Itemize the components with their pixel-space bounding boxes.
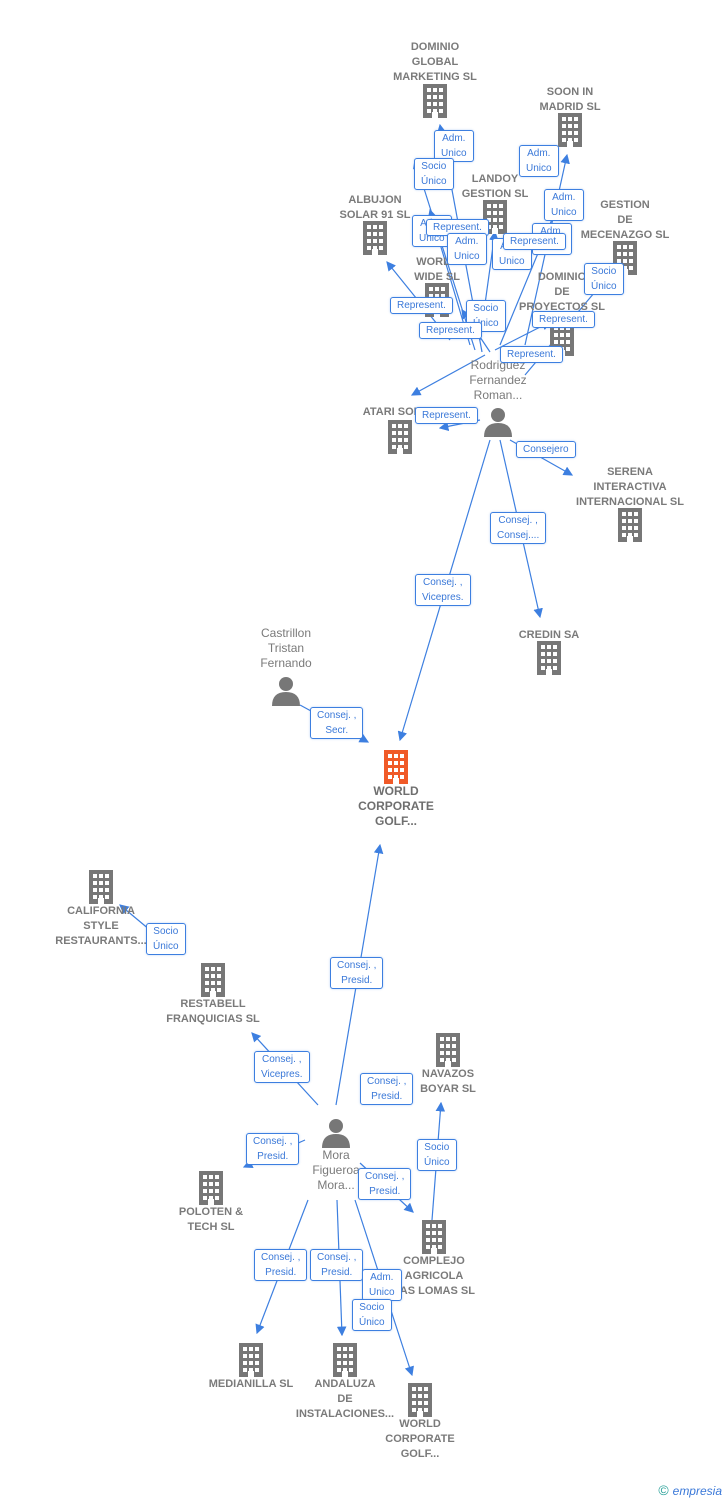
node-label: POLOTEN & TECH SL [178, 1206, 244, 1233]
building-icon [560, 508, 700, 542]
edge-label[interactable]: Adm. Unico [447, 233, 487, 265]
building-icon [275, 1343, 415, 1377]
node-company[interactable]: POLOTEN & TECH SL [141, 1171, 281, 1235]
edge-label[interactable]: Consej. , Presid. [310, 1249, 364, 1281]
building-icon [143, 963, 283, 997]
edge-label[interactable]: Represent. [532, 311, 595, 328]
edge-label[interactable]: Socio Único [352, 1299, 392, 1331]
edge-label[interactable]: Socio Único [584, 263, 624, 295]
node-company[interactable]: SERENA INTERACTIVA INTERNACIONAL SL [560, 465, 700, 542]
edge-label[interactable]: Consejero [516, 441, 576, 458]
building-icon [350, 1383, 490, 1417]
node-label: Castrillon Tristan Fernando [260, 626, 312, 670]
network-diagram: DOMINIO GLOBAL MARKETING SL SOON IN MADRI… [0, 0, 728, 1500]
node-label: SERENA INTERACTIVA INTERNACIONAL SL [576, 466, 684, 508]
edge-label[interactable]: Consej. , Secr. [310, 707, 364, 739]
node-person[interactable]: Castrillon Tristan Fernando [216, 626, 356, 706]
edge-label[interactable]: Consej. , Presid. [360, 1073, 414, 1105]
node-person[interactable]: Rodriguez Fernandez Roman... [428, 358, 568, 437]
edge-label[interactable]: Consej. , Vicepres. [254, 1051, 310, 1083]
edge-label[interactable]: Consej. , Presid. [358, 1168, 412, 1200]
edge-label[interactable]: Socio Único [146, 923, 186, 955]
building-icon [365, 84, 505, 118]
node-label: SOON IN MADRID SL [539, 86, 601, 113]
edge-label[interactable]: Adm. Unico [519, 145, 559, 177]
node-label: Rodriguez Fernandez Roman... [469, 358, 527, 402]
edge-label[interactable]: Adm. Unico [362, 1269, 402, 1301]
edge-label[interactable]: Socio Único [417, 1139, 457, 1171]
building-icon [326, 750, 466, 784]
node-company[interactable]: CREDIN SA [479, 628, 619, 675]
edge-label[interactable]: Adm. Unico [544, 189, 584, 221]
edge-label[interactable]: Represent. [500, 346, 563, 363]
brand-name: empresia [672, 1484, 722, 1498]
edge-label[interactable]: Consej. , Presid. [246, 1133, 300, 1165]
edge-label[interactable]: Socio Único [414, 158, 454, 190]
building-icon [31, 870, 171, 904]
person-icon [216, 676, 356, 706]
node-label: RESTABELL FRANQUICIAS SL [166, 998, 260, 1025]
edge-label[interactable]: Consej. , Presid. [330, 957, 384, 989]
building-icon [479, 641, 619, 675]
footer-brand: © empresia [658, 1482, 722, 1498]
edge-label[interactable]: Represent. [390, 297, 453, 314]
node-company[interactable]: RESTABELL FRANQUICIAS SL [143, 963, 283, 1027]
node-company[interactable]: WORLD CORPORATE GOLF... [350, 1383, 490, 1462]
building-icon [500, 113, 640, 147]
node-label: WORLD CORPORATE GOLF... [385, 1418, 455, 1460]
building-icon [141, 1171, 281, 1205]
edge-label[interactable]: Represent. [503, 233, 566, 250]
building-icon [378, 1033, 518, 1067]
building-icon [364, 1220, 504, 1254]
building-icon [330, 420, 470, 454]
node-label: DOMINIO GLOBAL MARKETING SL [393, 41, 477, 83]
edge-label[interactable]: Consej. , Consej.... [490, 512, 547, 544]
node-company[interactable]: SOON IN MADRID SL [500, 85, 640, 147]
edge-label[interactable]: Consej. , Presid. [254, 1249, 308, 1281]
edge-label[interactable]: Represent. [419, 322, 482, 339]
node-label: WORLD CORPORATE GOLF... [358, 784, 434, 828]
edge-label[interactable]: Represent. [415, 407, 478, 424]
node-company[interactable]: DOMINIO GLOBAL MARKETING SL [365, 40, 505, 118]
node-focus[interactable]: WORLD CORPORATE GOLF... [326, 750, 466, 829]
edge-label[interactable]: Consej. , Vicepres. [415, 574, 471, 606]
